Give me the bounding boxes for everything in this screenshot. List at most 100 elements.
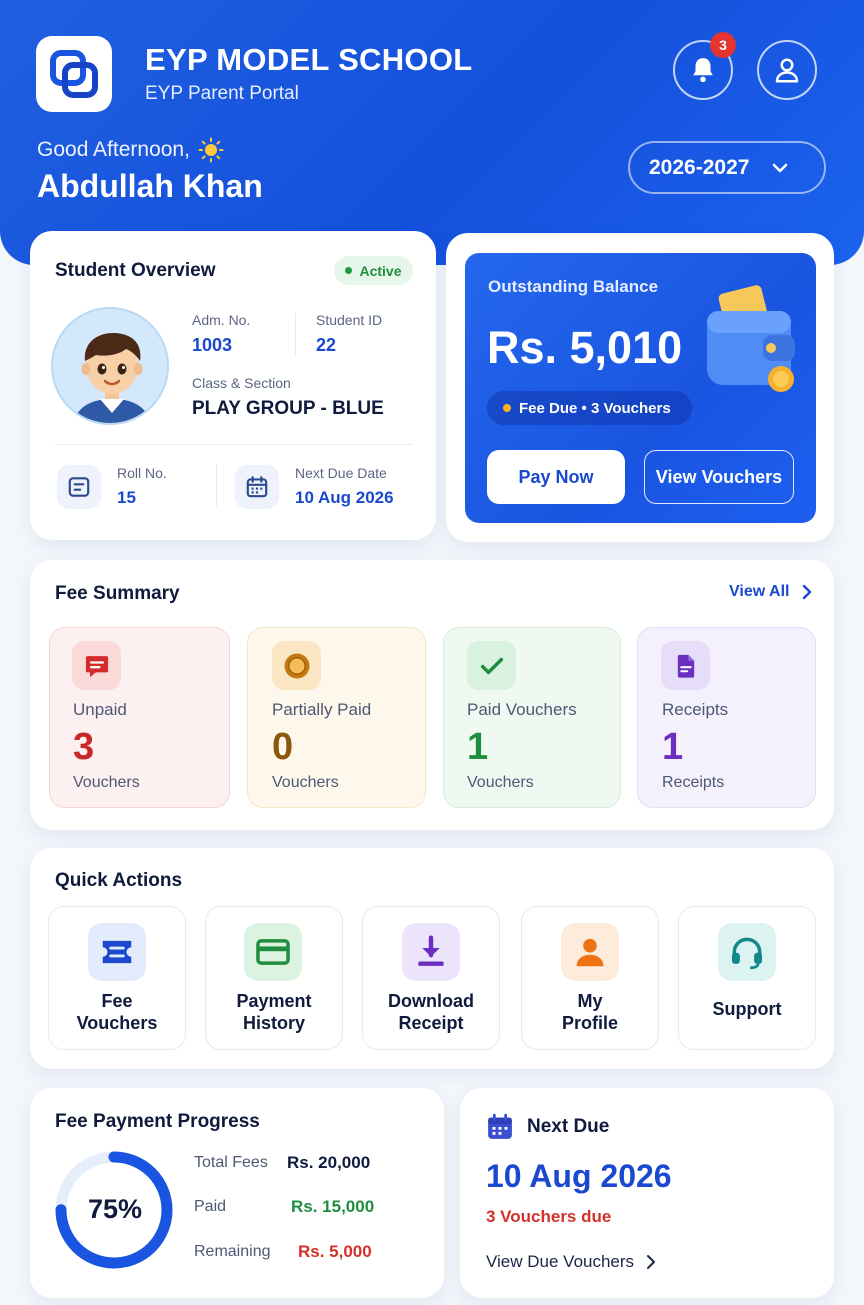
status-dot xyxy=(503,404,511,412)
receipts-icon-box xyxy=(661,641,710,690)
bell-icon xyxy=(693,58,713,83)
pay-now-button[interactable]: Pay Now xyxy=(487,450,625,504)
wallet-illustration xyxy=(707,285,795,392)
headset-icon xyxy=(731,937,763,970)
greeting: Good Afternoon, xyxy=(37,137,224,163)
notification-badge: 3 xyxy=(710,32,736,58)
total-fees-label: Total Fees xyxy=(194,1154,268,1171)
fee-vouchers-icon-box xyxy=(88,923,146,981)
avatar xyxy=(51,307,169,425)
roll-no-icon-box xyxy=(57,465,101,509)
student-id-value: 22 xyxy=(316,335,337,355)
fee-summary-title: Fee Summary xyxy=(55,583,180,604)
balance-label: Outstanding Balance xyxy=(488,277,659,296)
summary-count-paid: 1 xyxy=(467,726,489,768)
adm-no-label: Adm. No. xyxy=(192,312,251,328)
divider xyxy=(55,444,413,445)
balance-amount: Rs. 5,010 xyxy=(487,322,683,373)
id-card-icon xyxy=(68,477,90,497)
student-overview-title: Student Overview xyxy=(55,260,216,281)
card-icon xyxy=(256,939,290,965)
remaining-value: Rs. 5,000 xyxy=(298,1242,372,1261)
summary-label-paid: Paid Vouchers xyxy=(467,700,577,719)
greeting-text: Good Afternoon, xyxy=(37,138,190,161)
status-text: Active xyxy=(359,262,402,279)
fee-due-status: Fee Due • 3 Vouchers xyxy=(487,391,692,425)
voucher-icon xyxy=(102,940,132,964)
portal-name: EYP Parent Portal xyxy=(145,83,299,104)
summary-sub-unpaid: Vouchers xyxy=(73,774,140,791)
next-due-date-value: 10 Aug 2026 xyxy=(295,488,394,507)
roll-no-value: 15 xyxy=(117,488,136,507)
check-icon xyxy=(480,657,503,674)
message-alert-icon xyxy=(85,655,108,677)
view-vouchers-button[interactable]: View Vouchers xyxy=(644,450,794,504)
student-avatar-illustration xyxy=(53,309,167,423)
partially-paid-icon-box xyxy=(272,641,321,690)
download-receipt-icon-box xyxy=(402,923,460,981)
academic-year-select[interactable]: 2026-2027 xyxy=(628,141,826,194)
calendar-icon xyxy=(246,476,268,498)
academic-year-value: 2026-2027 xyxy=(649,155,750,179)
paid-icon-box xyxy=(467,641,516,690)
progress-percent: 75% xyxy=(87,1194,143,1224)
view-all-link[interactable]: View All xyxy=(729,583,813,601)
summary-count-unpaid: 3 xyxy=(73,726,95,768)
chevron-right-icon xyxy=(647,1255,656,1269)
school-logo xyxy=(36,36,112,112)
class-section-value: PLAY GROUP - BLUE xyxy=(192,398,384,419)
next-due-title: Next Due xyxy=(527,1116,610,1137)
user-name: Abdullah Khan xyxy=(37,168,263,204)
due-date-icon-box xyxy=(235,465,279,509)
summary-label-receipts: Receipts xyxy=(662,700,729,719)
view-due-vouchers-link[interactable]: View Due Vouchers xyxy=(486,1252,656,1272)
person-icon xyxy=(576,938,604,967)
status-dot xyxy=(345,267,353,274)
quick-action-label: Payment History xyxy=(236,991,312,1033)
unpaid-icon-box xyxy=(72,641,121,690)
summary-count-partially-paid: 0 xyxy=(272,726,294,768)
remaining-label: Remaining xyxy=(194,1243,271,1260)
support-icon-box xyxy=(718,923,776,981)
document-icon xyxy=(677,654,694,678)
summary-sub-partially-paid: Vouchers xyxy=(272,774,339,791)
coin-icon xyxy=(284,653,309,678)
quick-action-label: Fee Vouchers xyxy=(76,991,158,1033)
quick-actions-title: Quick Actions xyxy=(55,870,183,891)
user-icon xyxy=(775,58,799,83)
divider xyxy=(295,313,296,355)
total-fees-value: Rs. 20,000 xyxy=(287,1153,371,1172)
view-all-label: View All xyxy=(729,583,790,600)
payment-history-icon-box xyxy=(244,923,302,981)
sun-icon xyxy=(198,137,224,163)
student-id-label: Student ID xyxy=(316,312,383,328)
fee-due-text: Fee Due • 3 Vouchers xyxy=(519,399,671,417)
paid-label: Paid xyxy=(194,1198,227,1215)
summary-label-unpaid: Unpaid xyxy=(73,700,127,719)
download-icon xyxy=(418,935,444,966)
next-due-date: 10 Aug 2026 xyxy=(486,1158,672,1194)
summary-sub-paid: Vouchers xyxy=(467,774,534,791)
divider xyxy=(216,464,217,506)
class-section-label: Class & Section xyxy=(192,375,291,391)
quick-action-label: Download Receipt xyxy=(388,991,474,1033)
paid-value: Rs. 15,000 xyxy=(291,1197,375,1216)
school-name: EYP MODEL SCHOOL xyxy=(145,42,473,77)
next-due-date-label: Next Due Date xyxy=(295,465,387,481)
wallet-icon xyxy=(703,283,799,400)
my-profile-icon-box xyxy=(561,923,619,981)
summary-count-receipts: 1 xyxy=(662,726,684,768)
chevron-down-icon xyxy=(773,163,788,172)
chevron-right-icon xyxy=(803,584,812,600)
calendar-icon xyxy=(488,1113,512,1139)
view-due-vouchers-label: View Due Vouchers xyxy=(486,1252,635,1271)
fee-payment-progress-title: Fee Payment Progress xyxy=(55,1111,260,1132)
quick-action-label: My Profile xyxy=(561,991,618,1033)
status-badge: Active xyxy=(334,256,413,285)
logo-icon xyxy=(50,50,98,98)
quick-action-label: Support xyxy=(712,999,782,1019)
summary-label-partially-paid: Partially Paid xyxy=(272,700,372,719)
roll-no-label: Roll No. xyxy=(117,465,167,481)
profile-button[interactable] xyxy=(757,40,817,100)
adm-no-value: 1003 xyxy=(192,335,233,355)
